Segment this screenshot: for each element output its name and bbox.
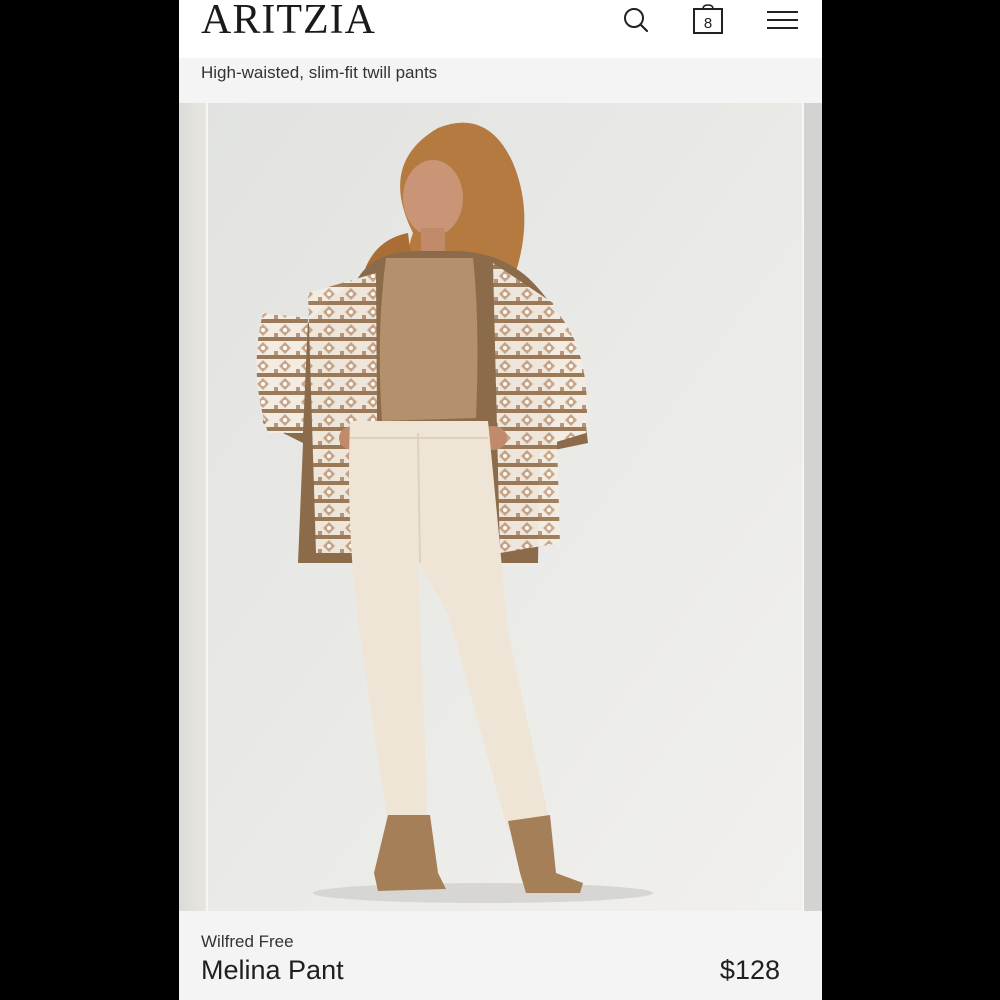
product-name[interactable]: Melina Pant	[201, 955, 344, 986]
search-icon	[624, 8, 649, 33]
product-brand[interactable]: Wilfred Free	[201, 932, 294, 952]
product-price: $128	[719, 955, 780, 985]
product-photo[interactable]	[208, 103, 802, 911]
hamburger-menu-icon	[767, 11, 798, 29]
site-header: ARITZIA 8	[179, 0, 822, 58]
shopping-bag-button[interactable]: 8	[691, 4, 725, 36]
product-page: ARITZIA 8 High-waisted, slim-fit twill p…	[179, 0, 822, 1000]
model-photo-illustration	[208, 103, 802, 911]
menu-button[interactable]	[765, 4, 799, 36]
product-description: High-waisted, slim-fit twill pants	[201, 63, 438, 82]
product-image-carousel[interactable]	[179, 103, 822, 911]
previous-image-peek[interactable]	[179, 103, 208, 911]
bag-count: 8	[704, 15, 712, 32]
next-image-peek[interactable]	[802, 103, 822, 911]
product-subtitle-bar: High-waisted, slim-fit twill pants	[179, 58, 822, 103]
shopping-bag-icon: 8	[693, 4, 723, 34]
aritzia-logo[interactable]: ARITZIA	[201, 0, 376, 44]
product-info: Wilfred Free Melina Pant $128	[179, 911, 822, 1000]
search-button[interactable]	[619, 4, 653, 36]
